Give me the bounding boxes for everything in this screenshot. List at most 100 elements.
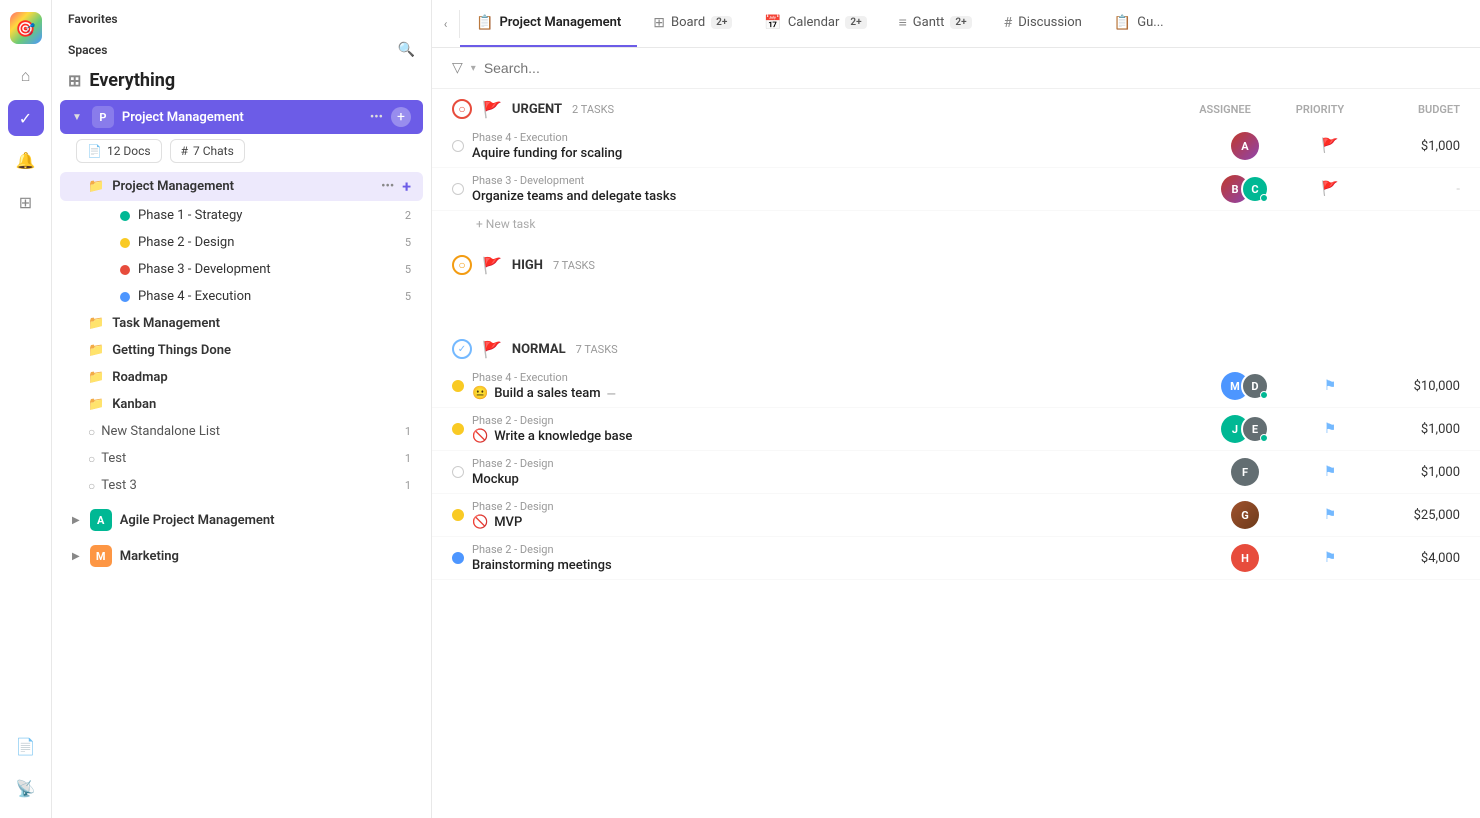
avatar: A: [1231, 132, 1259, 160]
filter-dropdown-icon[interactable]: ▾: [471, 63, 476, 74]
tab-calendar-label: Calendar: [788, 15, 840, 30]
avatar-f: F: [1231, 458, 1259, 486]
pm-options-icon[interactable]: •••: [381, 179, 394, 194]
everything-icon: ⊞: [68, 71, 81, 90]
phase-strategy[interactable]: Phase 1 - Strategy 2: [60, 203, 423, 228]
sidebar: Favorites Spaces 🔍 ⊞ Everything ▼ P Proj…: [52, 0, 432, 818]
standalone-label-3: Test 3: [101, 478, 137, 493]
docs-icon[interactable]: 📄: [8, 728, 44, 764]
standalone-test3[interactable]: ○ Test 3 1: [60, 473, 423, 498]
phase-count-development: 5: [405, 263, 411, 276]
space-collapse-arrow: ▼: [72, 112, 82, 123]
tab-guide[interactable]: 📋 Gu...: [1098, 0, 1180, 47]
folder-icon: 📁: [88, 179, 104, 194]
chats-button[interactable]: # 7 Chats: [170, 139, 245, 163]
favorites-header: Favorites: [52, 0, 431, 30]
phase-execution[interactable]: Phase 4 - Execution 5: [60, 284, 423, 309]
phase-development[interactable]: Phase 3 - Development 5: [60, 257, 423, 282]
chats-label: 7 Chats: [193, 144, 234, 158]
task-phase: Phase 2 - Design: [472, 500, 1200, 513]
notification-icon[interactable]: 🔔: [8, 142, 44, 178]
collapse-sidebar-button[interactable]: ‹: [432, 10, 460, 38]
phase-design[interactable]: Phase 2 - Design 5: [60, 230, 423, 255]
task-management-folder[interactable]: 📁 Task Management: [60, 311, 423, 336]
urgent-count: 2 TASKS: [572, 103, 614, 116]
task-name: Brainstorming meetings: [472, 558, 1200, 573]
task-row[interactable]: Phase 2 - Design 🚫 Write a knowledge bas…: [432, 408, 1480, 451]
space-project-management[interactable]: ▼ P Project Management ••• +: [60, 100, 423, 134]
task-name: 🚫 MVP: [472, 515, 1200, 530]
phase-dot-execution: [120, 292, 130, 302]
task-assignee: F: [1200, 458, 1290, 486]
tab-calendar[interactable]: 📅 Calendar 2+: [748, 0, 882, 47]
phase-dot-design: [120, 238, 130, 248]
search-bar: ▽ ▾: [432, 48, 1480, 89]
tab-discussion[interactable]: # Discussion: [988, 0, 1098, 47]
task-budget: $10,000: [1370, 379, 1460, 394]
tab-project-management[interactable]: 📋 Project Management: [460, 0, 637, 47]
getting-things-done-folder[interactable]: 📁 Getting Things Done: [60, 338, 423, 363]
standalone-new-list[interactable]: ○ New Standalone List 1: [60, 419, 423, 444]
kanban-folder[interactable]: 📁 Kanban: [60, 392, 423, 417]
standalone-circle-icon-2: ○: [88, 452, 95, 466]
task-row[interactable]: Phase 4 - Execution Aquire funding for s…: [432, 125, 1480, 168]
search-input[interactable]: [484, 60, 684, 76]
project-management-list[interactable]: 📁 Project Management ••• +: [60, 172, 423, 201]
spaces-header: Spaces 🔍: [52, 30, 431, 62]
high-collapse-button[interactable]: ○: [452, 255, 472, 275]
space-options-button[interactable]: •••: [370, 110, 383, 125]
avatar-wrapper-2: C: [1241, 175, 1269, 203]
task-phase: Phase 2 - Design: [472, 414, 1200, 427]
tab-board[interactable]: ⊞ Board 2+: [637, 0, 748, 47]
standalone-test[interactable]: ○ Test 1: [60, 446, 423, 471]
everything-item[interactable]: ⊞ Everything: [52, 62, 431, 99]
task-row[interactable]: Phase 2 - Design 🚫 MVP G ⚑ $25,000: [432, 494, 1480, 537]
marketing-letter: M: [90, 545, 112, 567]
urgent-group: ○ 🚩 URGENT 2 TASKS ASSIGNEE PRIORITY BUD…: [432, 89, 1480, 237]
task-status-dot: [452, 183, 464, 195]
home-icon[interactable]: ⌂: [8, 58, 44, 94]
pm-add-icon[interactable]: +: [402, 177, 411, 196]
task-priority: ⚑: [1290, 378, 1370, 394]
roadmap-folder[interactable]: 📁 Roadmap: [60, 365, 423, 390]
col-assignee-urgent: ASSIGNEE: [1180, 103, 1270, 116]
tab-calendar-badge: 2+: [845, 16, 866, 29]
space-add-button[interactable]: +: [391, 107, 411, 127]
high-title: HIGH: [512, 258, 543, 273]
task-row[interactable]: Phase 3 - Development Organize teams and…: [432, 168, 1480, 211]
tab-guide-label: Gu...: [1137, 15, 1163, 30]
top-tabs: ‹ 📋 Project Management ⊞ Board 2+ 📅 Cale…: [432, 0, 1480, 48]
priority-flag-blue-icon: ⚑: [1324, 507, 1337, 523]
task-name: Mockup: [472, 472, 1200, 487]
tab-pm-icon: 📋: [476, 15, 493, 31]
docs-button[interactable]: 📄 12 Docs: [76, 139, 162, 163]
space-agile[interactable]: ▶ A Agile Project Management: [60, 503, 423, 537]
task-status-dot-blue: [452, 552, 464, 564]
normal-collapse-button[interactable]: ✓: [452, 339, 472, 359]
tab-gantt[interactable]: ≡ Gantt 2+: [883, 0, 988, 47]
app-logo[interactable]: 🎯: [10, 12, 42, 44]
task-area: ○ 🚩 URGENT 2 TASKS ASSIGNEE PRIORITY BUD…: [432, 89, 1480, 818]
task-info: Phase 3 - Development Organize teams and…: [472, 174, 1200, 204]
task-assignee: H: [1200, 544, 1290, 572]
space-marketing[interactable]: ▶ M Marketing: [60, 539, 423, 573]
task-row[interactable]: Phase 4 - Execution 😐 Build a sales team…: [432, 365, 1480, 408]
phase-label-development: Phase 3 - Development: [138, 262, 397, 277]
urgent-group-header: ○ 🚩 URGENT 2 TASKS ASSIGNEE PRIORITY BUD…: [432, 89, 1480, 125]
tasks-icon[interactable]: ✓: [8, 100, 44, 136]
task-row[interactable]: Phase 2 - Design Brainstorming meetings …: [432, 537, 1480, 580]
signals-icon[interactable]: 📡: [8, 770, 44, 806]
marketing-collapse-arrow: ▶: [72, 551, 80, 562]
filter-icon[interactable]: ▽: [452, 60, 463, 76]
folder-icon-kanban: 📁: [88, 397, 104, 412]
phase-label-strategy: Phase 1 - Strategy: [138, 208, 397, 223]
standalone-circle-icon-3: ○: [88, 479, 95, 493]
task-management-label: Task Management: [112, 316, 220, 331]
task-row[interactable]: Phase 2 - Design Mockup F ⚑ $1,000: [432, 451, 1480, 494]
urgent-collapse-button[interactable]: ○: [452, 99, 472, 119]
new-task-button-urgent[interactable]: + New task: [432, 211, 1480, 237]
folder-icon-roadmap: 📁: [88, 370, 104, 385]
spaces-search-button[interactable]: 🔍: [398, 42, 415, 58]
apps-icon[interactable]: ⊞: [8, 184, 44, 220]
tab-gantt-icon: ≡: [899, 14, 907, 31]
